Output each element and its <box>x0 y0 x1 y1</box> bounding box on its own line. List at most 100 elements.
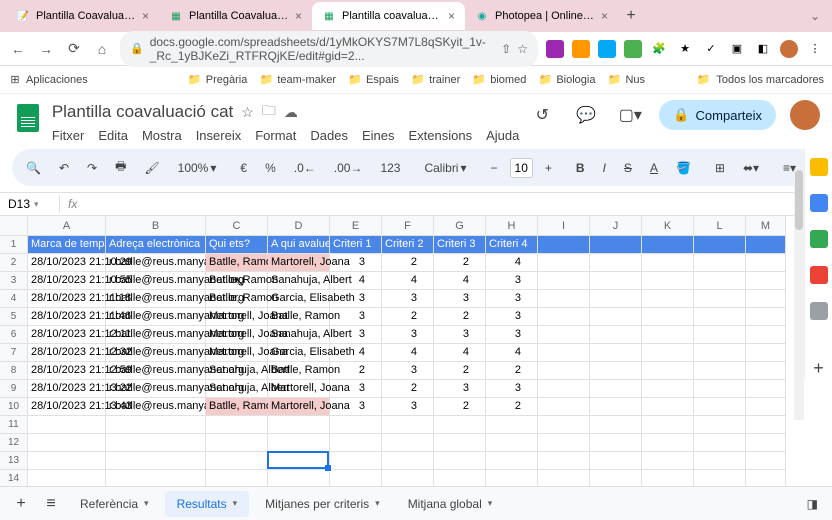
cell-F10[interactable]: 3 <box>382 398 434 416</box>
col-header-H[interactable]: H <box>486 216 538 236</box>
cell-empty[interactable] <box>746 398 786 416</box>
add-panel-icon[interactable]: + <box>813 358 824 379</box>
cell-G2[interactable]: 2 <box>434 254 486 272</box>
cell-K12[interactable] <box>642 434 694 452</box>
ext-icon-3[interactable] <box>598 40 616 58</box>
cell-G6[interactable]: 3 <box>434 326 486 344</box>
cell-D2[interactable]: Martorell, Joana <box>268 254 330 272</box>
cell-empty[interactable] <box>642 398 694 416</box>
comment-icon[interactable]: 💬 <box>571 100 601 130</box>
menu-eines[interactable]: Eines <box>362 128 395 143</box>
cell-B2[interactable]: r.batlle@reus.manyanet.org <box>106 254 206 272</box>
increase-font-button[interactable]: + <box>539 157 558 179</box>
menu-insereix[interactable]: Insereix <box>196 128 242 143</box>
sheet-tab-menu-icon[interactable]: ▾ <box>144 498 149 509</box>
cell-empty[interactable] <box>590 362 642 380</box>
spreadsheet-grid[interactable]: ABCDEFGHIJKLM1Marca de tempsAdreça elect… <box>0 216 832 496</box>
col-header-B[interactable]: B <box>106 216 206 236</box>
cell-D3[interactable]: Sanahuja, Albert <box>268 272 330 290</box>
cell-G7[interactable]: 4 <box>434 344 486 362</box>
cell-A12[interactable] <box>28 434 106 452</box>
add-sheet-button[interactable]: + <box>8 491 34 517</box>
cell-empty[interactable] <box>538 362 590 380</box>
zoom-select[interactable]: 100% ▾ <box>172 157 223 179</box>
row-header-1[interactable]: 1 <box>0 236 28 254</box>
cell-A2[interactable]: 28/10/2023 21:10:29 <box>28 254 106 272</box>
sheet-tab-3[interactable]: Mitjana global▾ <box>396 491 505 517</box>
ext-icon-8[interactable]: ◧ <box>754 40 772 58</box>
window-dropdown-icon[interactable]: ⌄ <box>804 9 826 23</box>
sheet-tab-menu-icon[interactable]: ▾ <box>488 498 493 509</box>
cell-E11[interactable] <box>330 416 382 434</box>
cell-empty[interactable] <box>642 308 694 326</box>
share-url-icon[interactable]: ⇧ <box>501 42 511 56</box>
text-color-button[interactable]: A <box>644 157 664 179</box>
cell-A3[interactable]: 28/10/2023 21:10:55 <box>28 272 106 290</box>
cell-K11[interactable] <box>642 416 694 434</box>
sheet-tab-2[interactable]: Mitjanes per criteris▾ <box>253 491 392 517</box>
cell-E12[interactable] <box>330 434 382 452</box>
row-header-11[interactable]: 11 <box>0 416 28 434</box>
col-header-L[interactable]: L <box>694 216 746 236</box>
col-header-E[interactable]: E <box>330 216 382 236</box>
cell-empty[interactable] <box>746 254 786 272</box>
cell-F3[interactable]: 4 <box>382 272 434 290</box>
cell-F9[interactable]: 2 <box>382 380 434 398</box>
header-cell-7[interactable]: Criteri 4 <box>486 236 538 254</box>
all-sheets-button[interactable]: ≡ <box>38 491 64 517</box>
cell-H6[interactable]: 3 <box>486 326 538 344</box>
row-header-9[interactable]: 9 <box>0 380 28 398</box>
ext-icon-2[interactable] <box>572 40 590 58</box>
cell-C7[interactable]: Martorell, Joana <box>206 344 268 362</box>
cell-E2[interactable]: 3 <box>330 254 382 272</box>
row-header-2[interactable]: 2 <box>0 254 28 272</box>
menu-fitxer[interactable]: Fitxer <box>52 128 85 143</box>
explore-button[interactable]: ◨ <box>801 493 824 515</box>
cell-A5[interactable]: 28/10/2023 21:11:46 <box>28 308 106 326</box>
sheets-logo[interactable] <box>12 102 44 134</box>
apps-bookmark[interactable]: ⊞ Aplicaciones <box>8 73 88 87</box>
star-icon[interactable]: ☆ <box>241 104 254 121</box>
cell-H5[interactable]: 3 <box>486 308 538 326</box>
forward-button[interactable]: → <box>36 39 56 59</box>
cell-D13[interactable] <box>268 452 330 470</box>
cell-J11[interactable] <box>590 416 642 434</box>
cell-H4[interactable]: 3 <box>486 290 538 308</box>
bookmark-2[interactable]: 📁Espais <box>348 73 399 87</box>
cell-C6[interactable]: Martorell, Joana <box>206 326 268 344</box>
more-formats-button[interactable]: 123 <box>374 157 406 179</box>
cell-empty[interactable] <box>746 272 786 290</box>
cell-empty[interactable] <box>538 344 590 362</box>
cell-C9[interactable]: Sanahuja, Albert <box>206 380 268 398</box>
back-button[interactable]: ← <box>8 39 28 59</box>
cell-empty[interactable] <box>694 362 746 380</box>
name-box[interactable]: D13▾ <box>0 195 60 213</box>
print-button[interactable]: 🖶 <box>109 153 132 182</box>
doc-title[interactable]: Plantilla coavaluació cat <box>52 102 233 122</box>
browser-tab-2[interactable]: ▦Plantilla coavaluació cat - Ful× <box>312 2 465 30</box>
reload-button[interactable]: ⟳ <box>64 39 84 59</box>
cell-C10[interactable]: Batlle, Ramon <box>206 398 268 416</box>
cell-E6[interactable]: 3 <box>330 326 382 344</box>
cell-B5[interactable]: r.batlle@reus.manyanet.org <box>106 308 206 326</box>
cell-H10[interactable]: 2 <box>486 398 538 416</box>
cell-empty[interactable] <box>590 272 642 290</box>
cloud-status-icon[interactable]: ☁ <box>284 104 298 121</box>
header-cell-3[interactable]: A qui avalues? <box>268 236 330 254</box>
cell-A9[interactable]: 28/10/2023 21:13:22 <box>28 380 106 398</box>
cell-empty[interactable] <box>590 344 642 362</box>
col-header-F[interactable]: F <box>382 216 434 236</box>
move-folder-icon[interactable]: 🗀 <box>262 100 276 124</box>
cell-empty[interactable] <box>538 380 590 398</box>
cell-B6[interactable]: r.batlle@reus.manyanet.org <box>106 326 206 344</box>
cell-empty[interactable] <box>694 326 746 344</box>
cell-C3[interactable]: Batlle, Ramon <box>206 272 268 290</box>
vertical-scrollbar[interactable] <box>794 170 804 420</box>
cell-empty[interactable] <box>694 254 746 272</box>
bookmark-0[interactable]: 📁Pregària <box>188 73 248 87</box>
cell-H8[interactable]: 2 <box>486 362 538 380</box>
cell-empty[interactable] <box>746 290 786 308</box>
percent-button[interactable]: % <box>259 157 282 179</box>
header-cell-0[interactable]: Marca de temps <box>28 236 106 254</box>
share-button[interactable]: 🔒 Comparteix <box>659 100 776 130</box>
